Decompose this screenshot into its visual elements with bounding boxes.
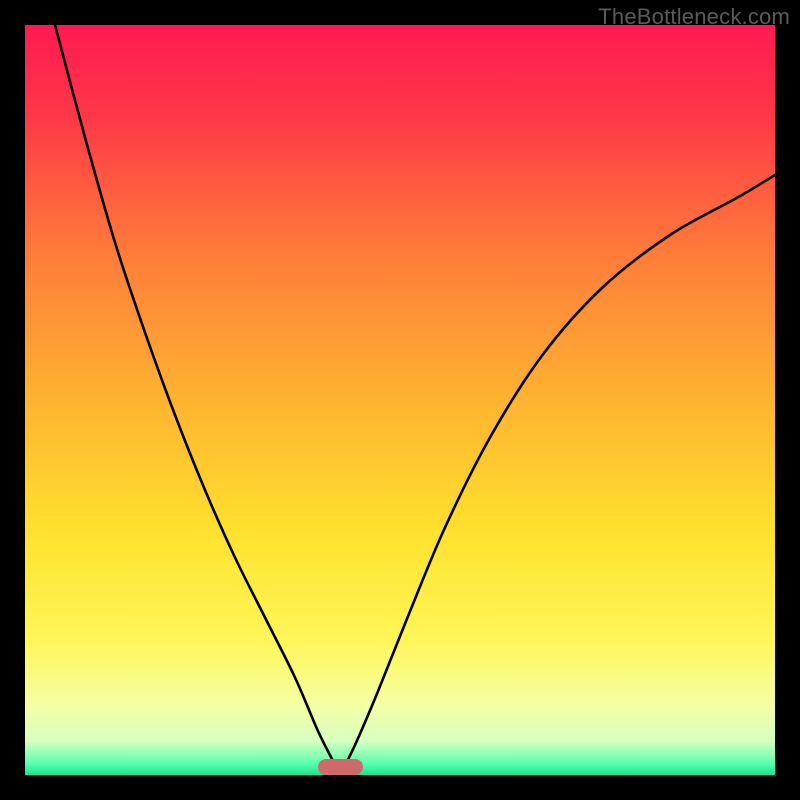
watermark-text: TheBottleneck.com <box>598 4 790 30</box>
curve-right-branch <box>340 175 775 775</box>
optimum-marker <box>318 759 363 776</box>
outer-frame: TheBottleneck.com <box>0 0 800 800</box>
bottleneck-curve <box>25 25 775 775</box>
curve-left-branch <box>55 25 340 775</box>
plot-area <box>25 25 775 775</box>
